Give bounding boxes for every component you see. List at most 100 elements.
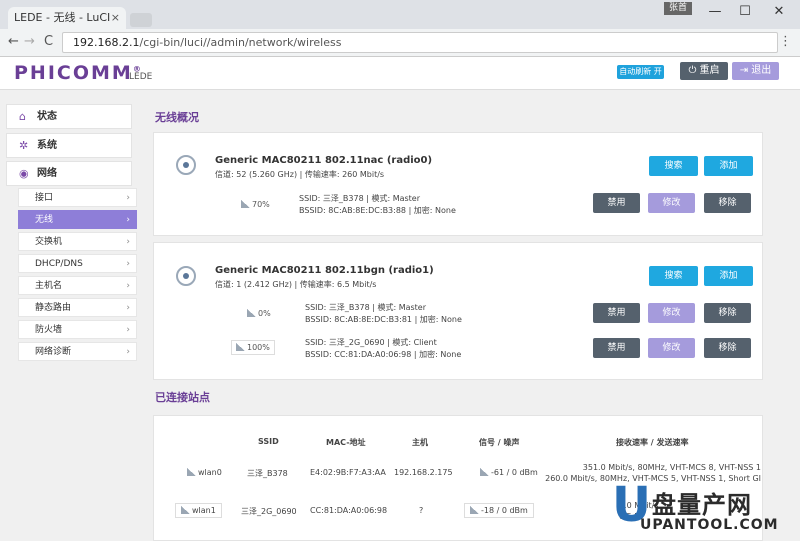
chevron-right-icon: › <box>126 281 130 291</box>
chevron-right-icon: › <box>126 347 130 357</box>
globe-icon: ◉ <box>19 167 29 180</box>
auto-refresh-toggle[interactable]: 自动刷新 开 <box>617 65 664 79</box>
forward-icon[interactable]: → <box>24 34 35 49</box>
wifi-radio-icon <box>187 468 196 476</box>
sidebar-item-network[interactable]: ◉ 网络 <box>6 161 132 186</box>
remove-button[interactable]: 移除 <box>704 303 751 323</box>
tab-close-icon[interactable]: × <box>111 7 120 29</box>
minimize-icon[interactable]: — <box>700 3 730 21</box>
sidebar-item-static-routes[interactable]: 静态路由 › <box>18 298 137 317</box>
radio1-scan-button[interactable]: 搜索 <box>649 266 698 286</box>
radio1-name: Generic MAC80211 802.11bgn (radio1) <box>215 265 434 276</box>
radio1-card: Generic MAC80211 802.11bgn (radio1) 信道: … <box>153 242 763 380</box>
radio0-detail: 信道: 52 (5.260 GHz) | 传输速率: 260 Mbit/s <box>215 170 385 179</box>
gear-icon: ✲ <box>19 139 29 152</box>
disable-button[interactable]: 禁用 <box>593 338 640 358</box>
sidebar-item-dhcp-dns[interactable]: DHCP/DNS › <box>18 254 137 273</box>
sidebar-item-interfaces[interactable]: 接口 › <box>18 188 137 207</box>
overview-title: 无线概况 <box>155 111 199 124</box>
signal-bars-icon <box>247 309 256 317</box>
radio0-name: Generic MAC80211 802.11nac (radio0) <box>215 155 433 166</box>
chevron-right-icon: › <box>126 303 130 313</box>
bssid-line: BSSID: 8C:AB:8E:DC:B3:88 | 加密: None <box>299 206 456 215</box>
new-tab-button[interactable] <box>130 13 152 27</box>
iface-label: wlan0 <box>187 468 222 477</box>
station-signal: -18 / 0 dBm <box>464 503 534 518</box>
radio1-add-button[interactable]: 添加 <box>704 266 753 286</box>
logout-button[interactable]: ⇥ 退出 <box>732 62 779 80</box>
edit-button[interactable]: 修改 <box>648 338 695 358</box>
station-host: 192.168.2.175 <box>394 468 453 477</box>
network-info: SSID: 三泽_2G_0690 | 模式: Client BSSID: CC:… <box>305 337 461 361</box>
remove-button[interactable]: 移除 <box>704 193 751 213</box>
wifi-radio-icon <box>176 266 196 286</box>
ssid-line: SSID: 三泽_B378 | 模式: Master <box>305 303 427 312</box>
chevron-right-icon: › <box>126 215 130 225</box>
wifi-radio-icon <box>176 155 196 175</box>
column-header-signal: 信号 / 噪声 <box>479 438 520 447</box>
column-header-ssid: SSID <box>258 437 279 446</box>
disable-button[interactable]: 禁用 <box>593 303 640 323</box>
browser-menu-icon[interactable]: ⋮ <box>779 34 792 49</box>
signal-strength: 0% <box>247 309 271 318</box>
address-row: ← → C 192.168.2.1/cgi-bin/luci//admin/ne… <box>0 29 800 57</box>
ssid-line: SSID: 三泽_B378 | 模式: Master <box>299 194 421 203</box>
sidebar-item-diagnostics[interactable]: 网络诊断 › <box>18 342 137 361</box>
sidebar-item-switch[interactable]: 交换机 › <box>18 232 137 251</box>
tab-bar: LEDE - 无线 - LuCI × 张首 — ☐ ✕ <box>0 0 800 29</box>
station-ssid: 三泽_B378 <box>247 469 288 478</box>
address-bar[interactable]: 192.168.2.1/cgi-bin/luci//admin/network/… <box>62 32 778 53</box>
home-icon: ⌂ <box>19 110 26 123</box>
stations-title: 已连接站点 <box>155 391 210 404</box>
station-signal: -61 / 0 dBm <box>480 468 538 477</box>
signal-bars-icon <box>236 343 245 351</box>
logo-subtitle: LEDE <box>129 72 153 82</box>
power-icon: ⏻ <box>688 65 700 76</box>
radio1-detail: 信道: 1 (2.412 GHz) | 传输速率: 6.5 Mbit/s <box>215 280 377 289</box>
edit-button[interactable]: 修改 <box>648 303 695 323</box>
sidebar-item-hostnames[interactable]: 主机名 › <box>18 276 137 295</box>
signal-bars-icon <box>241 200 250 208</box>
iface-label: wlan1 <box>175 503 222 518</box>
ssid-line: SSID: 三泽_2G_0690 | 模式: Client <box>305 338 437 347</box>
reload-icon[interactable]: C <box>44 34 53 49</box>
column-header-rate: 接收速率 / 发送速率 <box>616 438 689 447</box>
logout-icon: ⇥ <box>739 65 752 76</box>
remove-button[interactable]: 移除 <box>704 338 751 358</box>
radio0-add-button[interactable]: 添加 <box>704 156 753 176</box>
chevron-right-icon: › <box>126 237 130 247</box>
signal-bars-icon <box>470 506 479 514</box>
url-path: /cgi-bin/luci//admin/network/wireless <box>139 36 342 49</box>
station-mac: E4:02:9B:F7:A3:AA <box>310 468 386 477</box>
url-host: 192.168.2.1 <box>73 36 140 49</box>
station-host: ? <box>419 506 424 515</box>
browser-tab[interactable]: LEDE - 无线 - LuCI × <box>8 7 126 29</box>
signal-strength: 100% <box>231 340 275 355</box>
chevron-right-icon: › <box>126 325 130 335</box>
profile-badge[interactable]: 张首 <box>664 2 693 15</box>
station-mac: CC:81:DA:A0:06:98 <box>310 506 388 515</box>
wifi-radio-icon <box>181 506 190 514</box>
maximize-icon[interactable]: ☐ <box>730 3 760 21</box>
signal-strength: 70% <box>241 200 270 209</box>
chevron-right-icon: › <box>126 259 130 269</box>
sidebar-item-status[interactable]: ⌂ 状态 <box>6 104 132 129</box>
bssid-line: BSSID: 8C:AB:8E:DC:B3:81 | 加密: None <box>305 315 462 324</box>
back-icon[interactable]: ← <box>8 34 19 49</box>
signal-bars-icon <box>480 468 489 476</box>
watermark-logo: U 盘量产网 UPANTOOL.COM <box>612 477 779 533</box>
disable-button[interactable]: 禁用 <box>593 193 640 213</box>
close-window-icon[interactable]: ✕ <box>764 3 794 21</box>
edit-button[interactable]: 修改 <box>648 193 695 213</box>
reboot-button[interactable]: ⏻ 重启 <box>680 62 728 80</box>
sidebar-item-wireless[interactable]: 无线 › <box>18 210 137 229</box>
sidebar-item-system[interactable]: ✲ 系统 <box>6 133 132 158</box>
network-info: SSID: 三泽_B378 | 模式: Master BSSID: 8C:AB:… <box>299 193 456 217</box>
sidebar-item-firewall[interactable]: 防火墙 › <box>18 320 137 339</box>
station-ssid: 三泽_2G_0690 <box>241 507 297 516</box>
network-info: SSID: 三泽_B378 | 模式: Master BSSID: 8C:AB:… <box>305 302 462 326</box>
column-header-host: 主机 <box>412 438 428 447</box>
browser-chrome: LEDE - 无线 - LuCI × 张首 — ☐ ✕ ← → C 192.16… <box>0 0 800 57</box>
radio0-scan-button[interactable]: 搜索 <box>649 156 698 176</box>
chevron-right-icon: › <box>126 193 130 203</box>
